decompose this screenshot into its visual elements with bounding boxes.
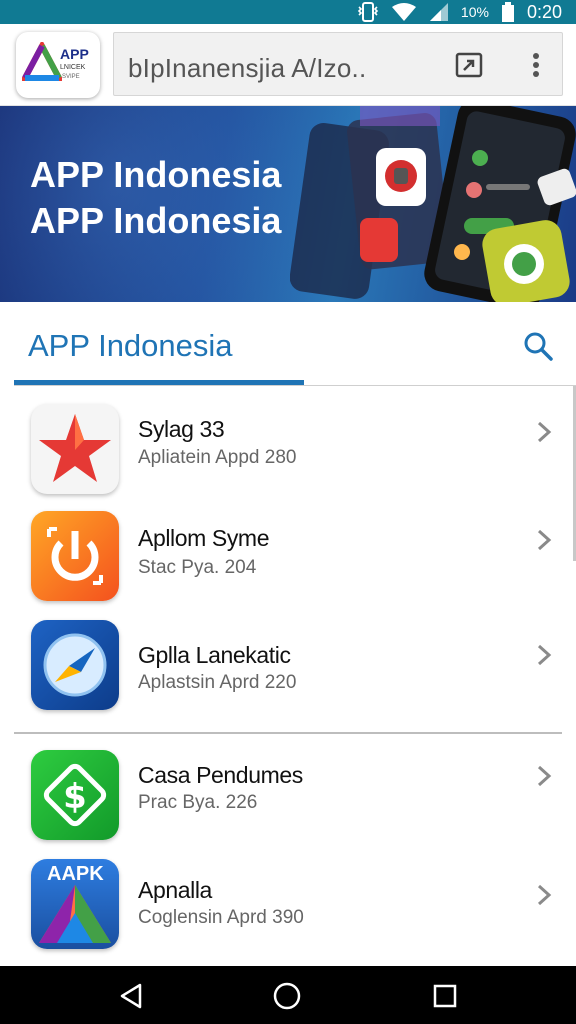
dollar-icon: $ (31, 750, 119, 840)
logo-line1: APP (60, 46, 89, 62)
app-subtitle: Apliatein Appd 280 (138, 447, 297, 468)
hero-banner[interactable]: APP Indonesia APP Indonesia (0, 106, 576, 302)
battery-icon (501, 2, 515, 22)
banner-title-line2: APP Indonesia (30, 200, 282, 241)
chevron-right-icon (537, 884, 552, 906)
app-name: Casa Pendumes (138, 762, 303, 788)
clock: 0:20 (526, 1, 562, 22)
share-icon[interactable] (454, 51, 484, 79)
battery-percent: 10% (460, 4, 489, 20)
chevron-right-icon (537, 421, 552, 443)
tab-app-indonesia[interactable]: APP Indonesia (28, 328, 233, 364)
home-icon[interactable] (272, 981, 302, 1011)
search-icon[interactable] (522, 330, 554, 362)
app-name: Apnalla (138, 877, 212, 903)
app-subtitle: Prac Bya. 226 (138, 792, 258, 813)
app-subtitle: Coglensin Aprd 390 (138, 907, 304, 928)
triangle-logo-icon (22, 42, 62, 81)
list-item[interactable]: $ Casa Pendumes Prac Bya. 226 (0, 748, 576, 863)
power-icon (31, 511, 119, 601)
url-text[interactable]: bIpInanensjia A/Izo.. (128, 53, 366, 84)
list-divider (14, 732, 562, 734)
chevron-right-icon (537, 765, 552, 787)
vibrate-icon (357, 2, 379, 22)
app-logo[interactable]: APP LNICEK SVIPE (16, 32, 100, 98)
signal-icon (429, 2, 449, 22)
url-bar[interactable]: bIpInanensjia A/Izo.. (113, 32, 563, 96)
app-subtitle: Aplastsin Aprd 220 (138, 672, 297, 693)
logo-line2: LNICEK (60, 64, 86, 71)
recents-icon[interactable] (430, 981, 460, 1011)
list-item[interactable]: Apllom Syme Stac Pya. 204 (0, 507, 576, 622)
aapk-icon-label: AAPK (47, 863, 104, 885)
phones-illustration (290, 106, 576, 302)
svg-text:$: $ (63, 777, 87, 817)
back-icon[interactable] (116, 981, 146, 1011)
chevron-right-icon (537, 644, 552, 666)
status-bar: 10% 0:20 (0, 0, 576, 24)
app-bar: APP LNICEK SVIPE bIpInanensjia A/Izo.. (0, 24, 576, 106)
navigation-bar (0, 966, 576, 1024)
section-header: APP Indonesia (0, 302, 576, 386)
app-subtitle: Stac Pya. 204 (138, 557, 257, 578)
overflow-menu-icon[interactable] (524, 49, 548, 81)
app-name: Apllom Syme (138, 525, 270, 551)
star-icon (31, 404, 119, 494)
app-name: Gplla Lanekatic (138, 642, 291, 668)
app-list: Sylag 33 Apliatein Appd 280 Apllom Syme … (0, 386, 576, 966)
app-name: Sylag 33 (138, 416, 225, 442)
compass-icon (31, 620, 119, 710)
aapk-icon: AAPK (31, 859, 119, 949)
banner-title-line1: APP Indonesia (30, 154, 282, 195)
list-item[interactable]: AAPK Apnalla Coglensin Aprd 390 (0, 857, 576, 972)
logo-line3: SVIPE (62, 74, 80, 80)
wifi-icon (391, 2, 417, 22)
list-item[interactable]: Gplla Lanekatic Aplastsin Aprd 220 (0, 620, 576, 737)
list-item[interactable]: Sylag 33 Apliatein Appd 280 (0, 392, 576, 507)
chevron-right-icon (537, 529, 552, 551)
